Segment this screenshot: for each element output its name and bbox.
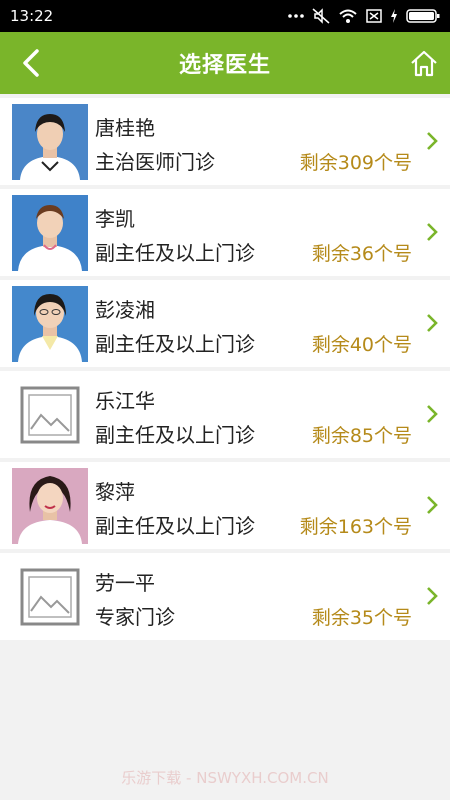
doctor-row[interactable]: 唐桂艳 主治医师门诊 剩余309个号 (0, 98, 450, 185)
doctor-name: 劳一平 (95, 571, 155, 595)
sim-icon (366, 9, 382, 23)
remaining-count: 剩余163个号 (299, 516, 412, 538)
header-bar: 选择医生 (0, 32, 450, 94)
image-placeholder-icon (12, 377, 88, 453)
clinic-type: 副主任及以上门诊 (95, 332, 255, 356)
remaining-count: 剩余40个号 (311, 334, 412, 356)
home-icon (411, 50, 437, 77)
doctor-name: 乐江华 (95, 389, 155, 413)
doctor-photo (12, 195, 88, 271)
clinic-type: 专家门诊 (95, 605, 175, 629)
chevron-right-icon (427, 405, 438, 423)
chevron-right-icon (427, 587, 438, 605)
wifi-icon (338, 8, 358, 24)
remaining-count: 剩余36个号 (311, 243, 412, 265)
clinic-type: 副主任及以上门诊 (95, 514, 255, 538)
doctor-row[interactable]: 黎萍 副主任及以上门诊 剩余163个号 (0, 462, 450, 549)
home-button[interactable] (406, 45, 442, 81)
clinic-type: 副主任及以上门诊 (95, 423, 255, 447)
charging-icon (390, 9, 398, 23)
doctor-name: 黎萍 (95, 480, 135, 504)
more-dots-icon (288, 13, 304, 19)
page-title: 选择医生 (178, 53, 271, 78)
clinic-type: 主治医师门诊 (95, 150, 215, 174)
chevron-right-icon (427, 496, 438, 514)
doctor-row[interactable]: 李凯 副主任及以上门诊 剩余36个号 (0, 189, 450, 276)
doctor-photo (12, 104, 88, 180)
remaining-count: 剩余35个号 (311, 607, 412, 629)
chevron-right-icon (427, 314, 438, 332)
status-time: 13:22 (10, 7, 54, 25)
remaining-count: 剩余309个号 (299, 152, 412, 174)
back-button[interactable] (14, 46, 48, 80)
clinic-type: 副主任及以上门诊 (95, 241, 255, 265)
doctor-name: 唐桂艳 (95, 116, 155, 140)
watermark: 乐游下载 - NSWYXH.COM.CN (121, 769, 329, 787)
mute-icon (312, 8, 330, 24)
doctor-list: 唐桂艳 主治医师门诊 剩余309个号 李凯 副主任及以上门诊 剩余36个号 彭凌… (0, 98, 450, 640)
doctor-row[interactable]: 乐江华 副主任及以上门诊 剩余85个号 (0, 371, 450, 458)
remaining-count: 剩余85个号 (311, 425, 412, 447)
doctor-name: 彭凌湘 (95, 298, 155, 322)
doctor-row[interactable]: 劳一平 专家门诊 剩余35个号 (0, 553, 450, 640)
image-placeholder-icon (12, 559, 88, 635)
doctor-photo (12, 286, 88, 362)
doctor-row[interactable]: 彭凌湘 副主任及以上门诊 剩余40个号 (0, 280, 450, 367)
chevron-right-icon (427, 223, 438, 241)
status-icons (288, 8, 440, 24)
doctor-photo (12, 468, 88, 544)
status-bar: 13:22 (0, 0, 450, 32)
chevron-right-icon (427, 132, 438, 150)
battery-icon (406, 8, 440, 24)
back-arrow-icon (23, 49, 39, 77)
doctor-name: 李凯 (95, 207, 135, 231)
